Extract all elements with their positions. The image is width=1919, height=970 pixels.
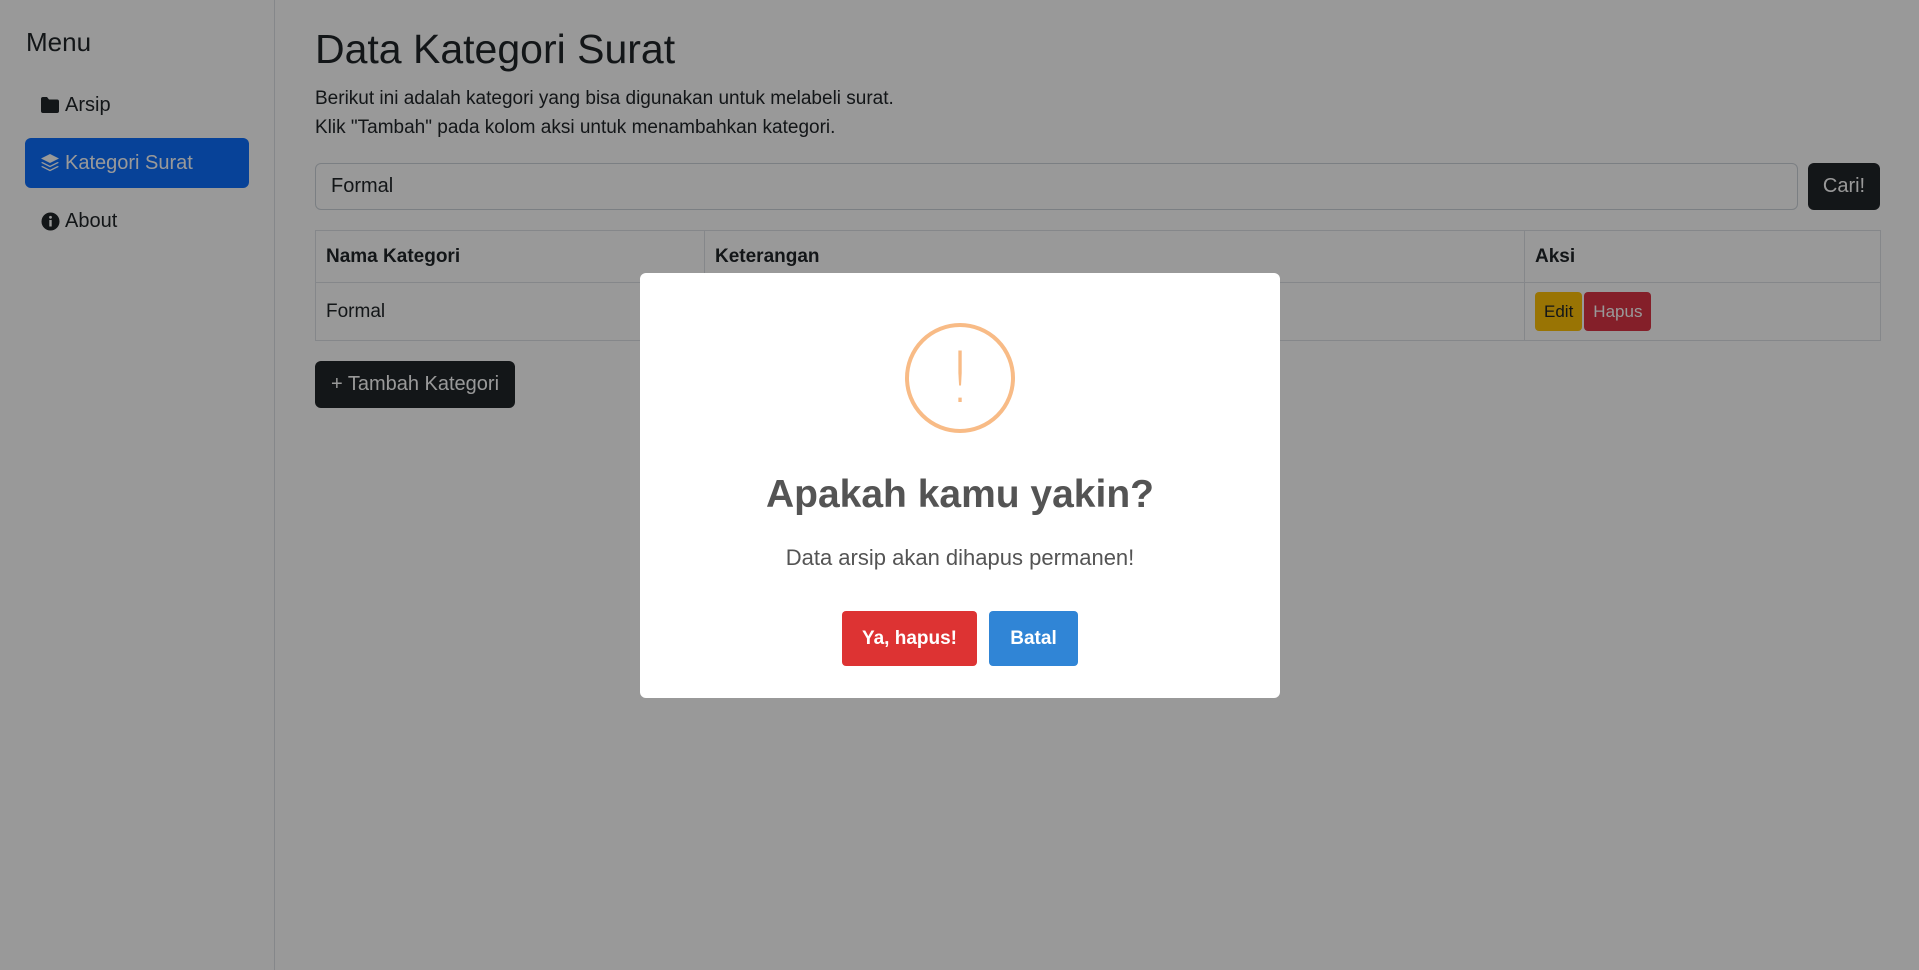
warning-icon: ! bbox=[905, 323, 1015, 433]
cancel-button[interactable]: Batal bbox=[989, 611, 1078, 666]
warning-icon-mark: ! bbox=[945, 337, 975, 419]
dialog-title: Apakah kamu yakin? bbox=[766, 473, 1154, 516]
confirm-delete-button[interactable]: Ya, hapus! bbox=[842, 611, 977, 666]
dialog-message: Data arsip akan dihapus permanen! bbox=[785, 545, 1135, 570]
app-window: Menu Arsip Kategori Surat About Data Kat… bbox=[0, 0, 1919, 970]
confirm-dialog: ! Apakah kamu yakin? Data arsip akan dih… bbox=[640, 273, 1280, 698]
